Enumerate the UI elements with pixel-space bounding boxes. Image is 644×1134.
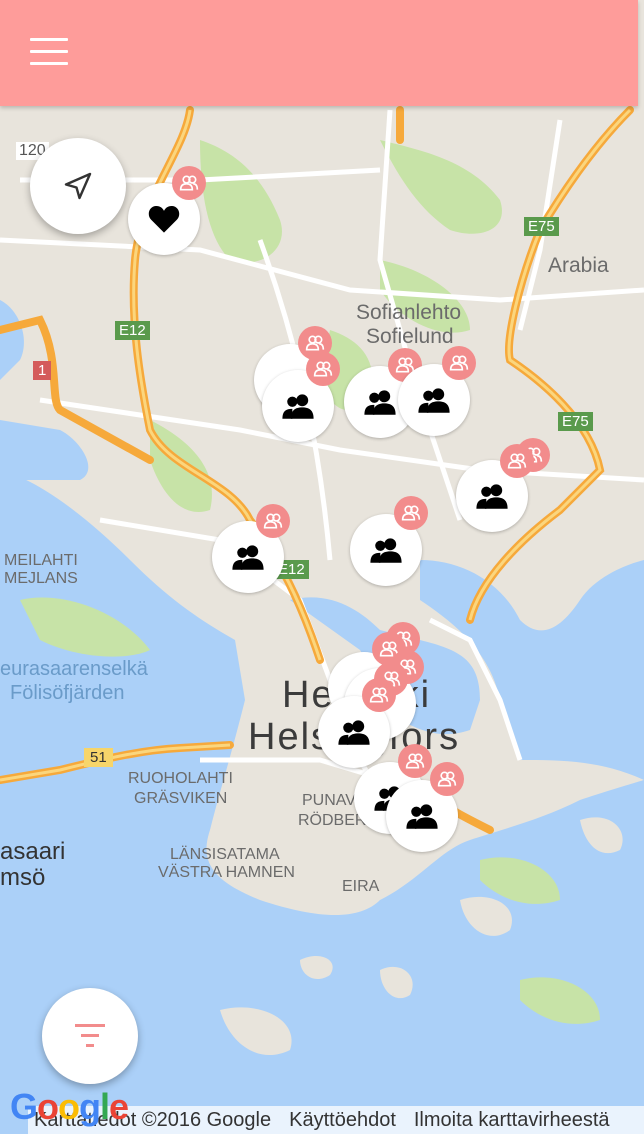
navigation-arrow-icon bbox=[64, 172, 92, 200]
label-arabia: Arabia bbox=[548, 254, 609, 277]
label-meilahti: MEILAHTI bbox=[4, 552, 78, 569]
group-icon bbox=[406, 804, 438, 829]
label-lauttasaari: asaari bbox=[0, 838, 66, 865]
group-icon bbox=[370, 538, 402, 563]
group-badge[interactable] bbox=[362, 678, 396, 712]
label-punavuori: PUNAV bbox=[302, 792, 356, 809]
group-badge[interactable] bbox=[398, 744, 432, 778]
group-badge[interactable] bbox=[256, 504, 290, 538]
road-shield-e75-south: E75 bbox=[558, 412, 593, 431]
road-shield-51: 51 bbox=[84, 748, 113, 767]
label-mejlans: MEJLANS bbox=[4, 570, 78, 587]
heart-icon bbox=[148, 206, 180, 233]
report-error-link[interactable]: Ilmoita karttavirheestä bbox=[408, 1109, 622, 1132]
group-badge-icon bbox=[313, 361, 333, 377]
group-icon bbox=[476, 484, 508, 509]
group-icon bbox=[418, 388, 450, 413]
group-badge-icon bbox=[437, 771, 457, 787]
group-badge-icon bbox=[369, 687, 389, 703]
label-ruoholahti: RUOHOLAHTI bbox=[128, 770, 233, 787]
label-sofielund: Sofielund bbox=[366, 325, 454, 348]
label-vastra-hamnen: VÄSTRA HAMNEN bbox=[158, 864, 295, 881]
group-badge[interactable] bbox=[442, 346, 476, 380]
terms-link[interactable]: Käyttöehdot bbox=[283, 1109, 408, 1132]
locate-button[interactable] bbox=[30, 138, 126, 234]
app-header bbox=[0, 0, 638, 106]
label-eira: EIRA bbox=[342, 878, 380, 895]
group-badge-icon bbox=[305, 335, 325, 351]
group-icon bbox=[338, 720, 370, 745]
group-badge-icon bbox=[507, 453, 527, 469]
group-icon bbox=[282, 394, 314, 419]
map-attribution: Google Karttatiedot ©2016 Google Käyttöe… bbox=[0, 1086, 644, 1134]
google-logo: Google bbox=[10, 1086, 129, 1127]
label-rodbergen: RÖDBER bbox=[298, 812, 367, 829]
label-lansisatama: LÄNSISATAMA bbox=[170, 846, 280, 863]
label-sofianlehto: Sofianlehto bbox=[356, 301, 462, 324]
label-drumso: msö bbox=[0, 864, 46, 891]
label-seurasaarenselka: eurasaarenselkä bbox=[0, 658, 148, 680]
road-shield-1: 1 bbox=[33, 361, 52, 380]
map-view[interactable]: 120 E75 E12 1 E75 E12 51 Arabia Sofianle… bbox=[0, 106, 644, 1134]
group-badge-icon bbox=[401, 505, 421, 521]
group-badge[interactable] bbox=[306, 352, 340, 386]
hamburger-menu-icon[interactable] bbox=[30, 38, 68, 66]
group-badge[interactable] bbox=[430, 762, 464, 796]
group-badge[interactable] bbox=[500, 444, 534, 478]
filter-button[interactable] bbox=[42, 988, 138, 1084]
label-folisofjarden: Fölisöfjärden bbox=[10, 682, 125, 704]
group-badge-icon bbox=[263, 513, 283, 529]
group-badge-icon bbox=[449, 355, 469, 371]
road-shield-e75-north: E75 bbox=[524, 217, 559, 236]
group-icon bbox=[364, 390, 396, 415]
road-shield-e12-north: E12 bbox=[115, 321, 150, 340]
group-badge[interactable] bbox=[394, 496, 428, 530]
label-grasviken: GRÄSVIKEN bbox=[134, 790, 228, 807]
group-badge-icon bbox=[405, 753, 425, 769]
group-badge[interactable] bbox=[172, 166, 206, 200]
filter-icon bbox=[75, 1024, 105, 1047]
group-icon bbox=[232, 545, 264, 570]
group-badge-icon bbox=[179, 175, 199, 191]
